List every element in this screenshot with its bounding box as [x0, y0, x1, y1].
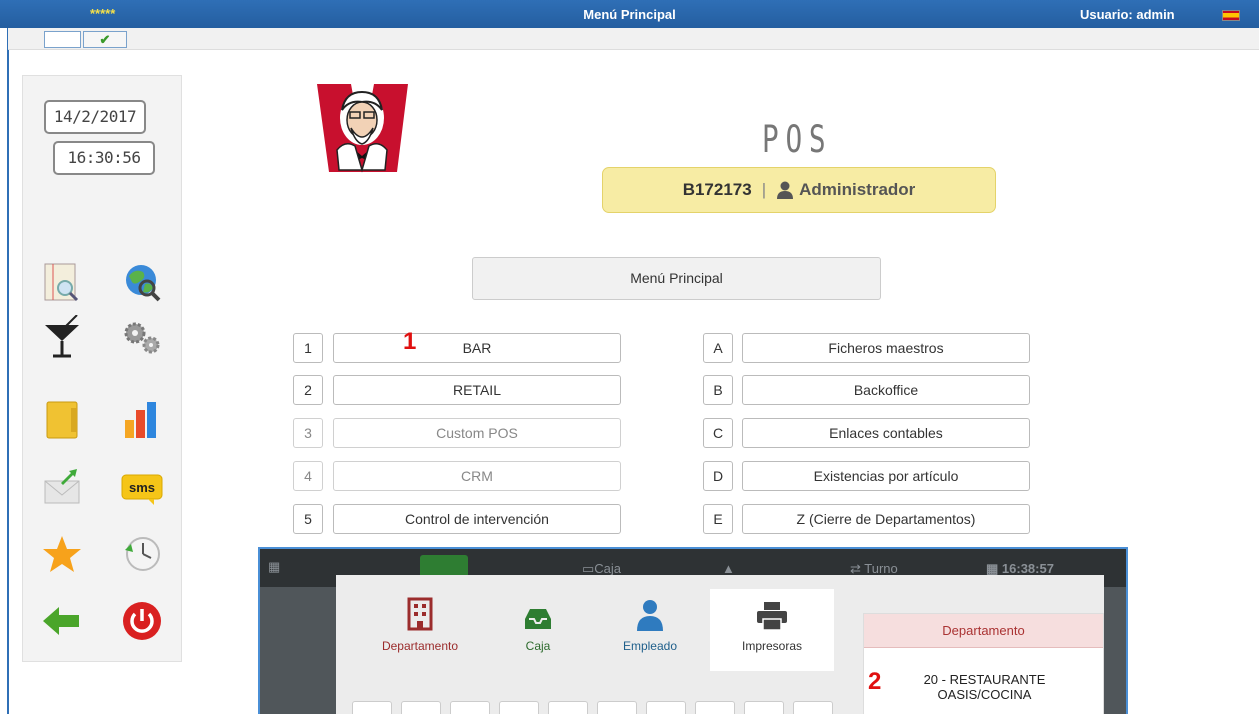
menu-key-b[interactable]: B: [703, 375, 733, 405]
tab-empleado-label: Empleado: [622, 639, 678, 653]
overlay-time-label: 16:38:57: [1001, 561, 1054, 576]
keypad-key[interactable]: [450, 701, 490, 714]
time-display: 16:30:56: [53, 141, 155, 175]
pos-title: POS: [762, 118, 833, 161]
menu-key-1[interactable]: 1: [293, 333, 323, 363]
cocktail-icon[interactable]: [39, 315, 85, 359]
keypad-key[interactable]: [695, 701, 735, 714]
tab-caja-label: Caja: [525, 639, 551, 653]
title-bar: ***** Menú Principal Usuario: admin: [0, 0, 1259, 28]
globe-search-icon[interactable]: [119, 260, 165, 304]
check-button[interactable]: ✔: [83, 31, 127, 48]
sms-icon[interactable]: sms: [119, 465, 165, 509]
gears-icon[interactable]: [119, 315, 165, 359]
window-title: Menú Principal: [583, 7, 676, 22]
check-icon: ✔: [99, 32, 111, 47]
departamento-line1: 20 - RESTAURANTE: [923, 672, 1046, 687]
menu-item-crm: CRM: [333, 461, 621, 491]
menu-key-5[interactable]: 5: [293, 504, 323, 534]
user-badge: B172173 | Administrador: [602, 167, 996, 213]
menu-key-4: 4: [293, 461, 323, 491]
power-icon[interactable]: [119, 599, 165, 643]
inbox-icon: [525, 609, 551, 629]
bar-chart-icon[interactable]: [119, 398, 165, 442]
toolbar: ✔: [8, 28, 1259, 50]
role-label: Administrador: [799, 180, 916, 199]
clock-history-icon[interactable]: [119, 532, 165, 576]
star-icon[interactable]: [39, 532, 85, 576]
menu-item-bar[interactable]: BAR: [333, 333, 621, 363]
departamento-header: Departamento: [864, 614, 1103, 648]
menu-item-control-intervencion[interactable]: Control de intervención: [333, 504, 621, 534]
keypad-key[interactable]: [744, 701, 784, 714]
menu-item-retail[interactable]: RETAIL: [333, 375, 621, 405]
menu-item-custom-pos: Custom POS: [333, 418, 621, 448]
overlay-caja-label: Caja: [594, 561, 622, 576]
user-icon: [777, 181, 794, 199]
departamento-panel: Departamento 20 - RESTAURANTE OASIS/COCI…: [863, 613, 1104, 714]
spain-flag-icon[interactable]: [1222, 10, 1240, 21]
person-icon: [637, 600, 663, 631]
menu-key-c[interactable]: C: [703, 418, 733, 448]
badge-separator: |: [761, 180, 767, 199]
printer-icon: [757, 602, 787, 631]
config-modal: Departamento Caja Empleado Impresoras De…: [336, 575, 1104, 714]
menu-key-e[interactable]: E: [703, 504, 733, 534]
keypad-key[interactable]: [597, 701, 637, 714]
date-display: 14/2/2017: [44, 100, 146, 134]
grid-icon[interactable]: ▦: [268, 559, 280, 575]
menu-key-d[interactable]: D: [703, 461, 733, 491]
menu-item-cierre-departamentos[interactable]: Z (Cierre de Departamentos): [742, 504, 1030, 534]
left-frame-border: [7, 28, 9, 714]
sidebar: 14/2/2017 16:30:56 sms: [22, 75, 182, 662]
keypad-key[interactable]: [499, 701, 539, 714]
keypad-key[interactable]: [548, 701, 588, 714]
annotation-1: 1: [403, 328, 417, 355]
back-arrow-icon[interactable]: [39, 599, 85, 643]
menu-item-backoffice[interactable]: Backoffice: [742, 375, 1030, 405]
departamento-value[interactable]: 20 - RESTAURANTE OASIS/COCINA: [864, 672, 1105, 702]
overlay-turno-label: Turno: [864, 561, 898, 576]
tab-departamento-label: Departamento: [381, 639, 459, 653]
tab-caja[interactable]: Caja: [476, 589, 600, 671]
mail-send-icon[interactable]: [39, 465, 85, 509]
annotation-2: 2: [868, 668, 882, 695]
tab-impresoras[interactable]: Impresoras: [710, 589, 834, 671]
menu-key-2[interactable]: 2: [293, 375, 323, 405]
blank-toggle-button[interactable]: [44, 31, 81, 48]
menu-header: Menú Principal: [472, 257, 881, 300]
menu-item-ficheros-maestros[interactable]: Ficheros maestros: [742, 333, 1030, 363]
user-label: Usuario: admin: [1080, 7, 1175, 22]
overlay-screenshot: ▦ ▭Caja ▲ ⇄ Turno ▦ 16:38:57 Departament…: [258, 547, 1128, 714]
tab-empleado[interactable]: Empleado: [588, 589, 712, 671]
tab-departamento[interactable]: Departamento: [358, 589, 482, 671]
role-group: Administrador: [776, 180, 915, 200]
tab-impresoras-label: Impresoras: [741, 639, 803, 653]
sms-label: sms: [129, 480, 155, 495]
overlay-user-icon: ▲: [722, 561, 735, 576]
departamento-line2: OASIS/COCINA: [937, 687, 1032, 702]
building-icon: [407, 597, 433, 631]
folder-icon[interactable]: [39, 398, 85, 442]
terminal-code: B172173: [682, 180, 752, 199]
kfc-colonel-logo: [315, 80, 410, 174]
menu-key-a[interactable]: A: [703, 333, 733, 363]
keypad-key[interactable]: [646, 701, 686, 714]
keypad-key[interactable]: [793, 701, 833, 714]
menu-key-3: 3: [293, 418, 323, 448]
menu-item-enlaces-contables[interactable]: Enlaces contables: [742, 418, 1030, 448]
document-search-icon[interactable]: [39, 260, 85, 304]
menu-item-existencias[interactable]: Existencias por artículo: [742, 461, 1030, 491]
keypad-key[interactable]: [352, 701, 392, 714]
keypad-key[interactable]: [401, 701, 441, 714]
